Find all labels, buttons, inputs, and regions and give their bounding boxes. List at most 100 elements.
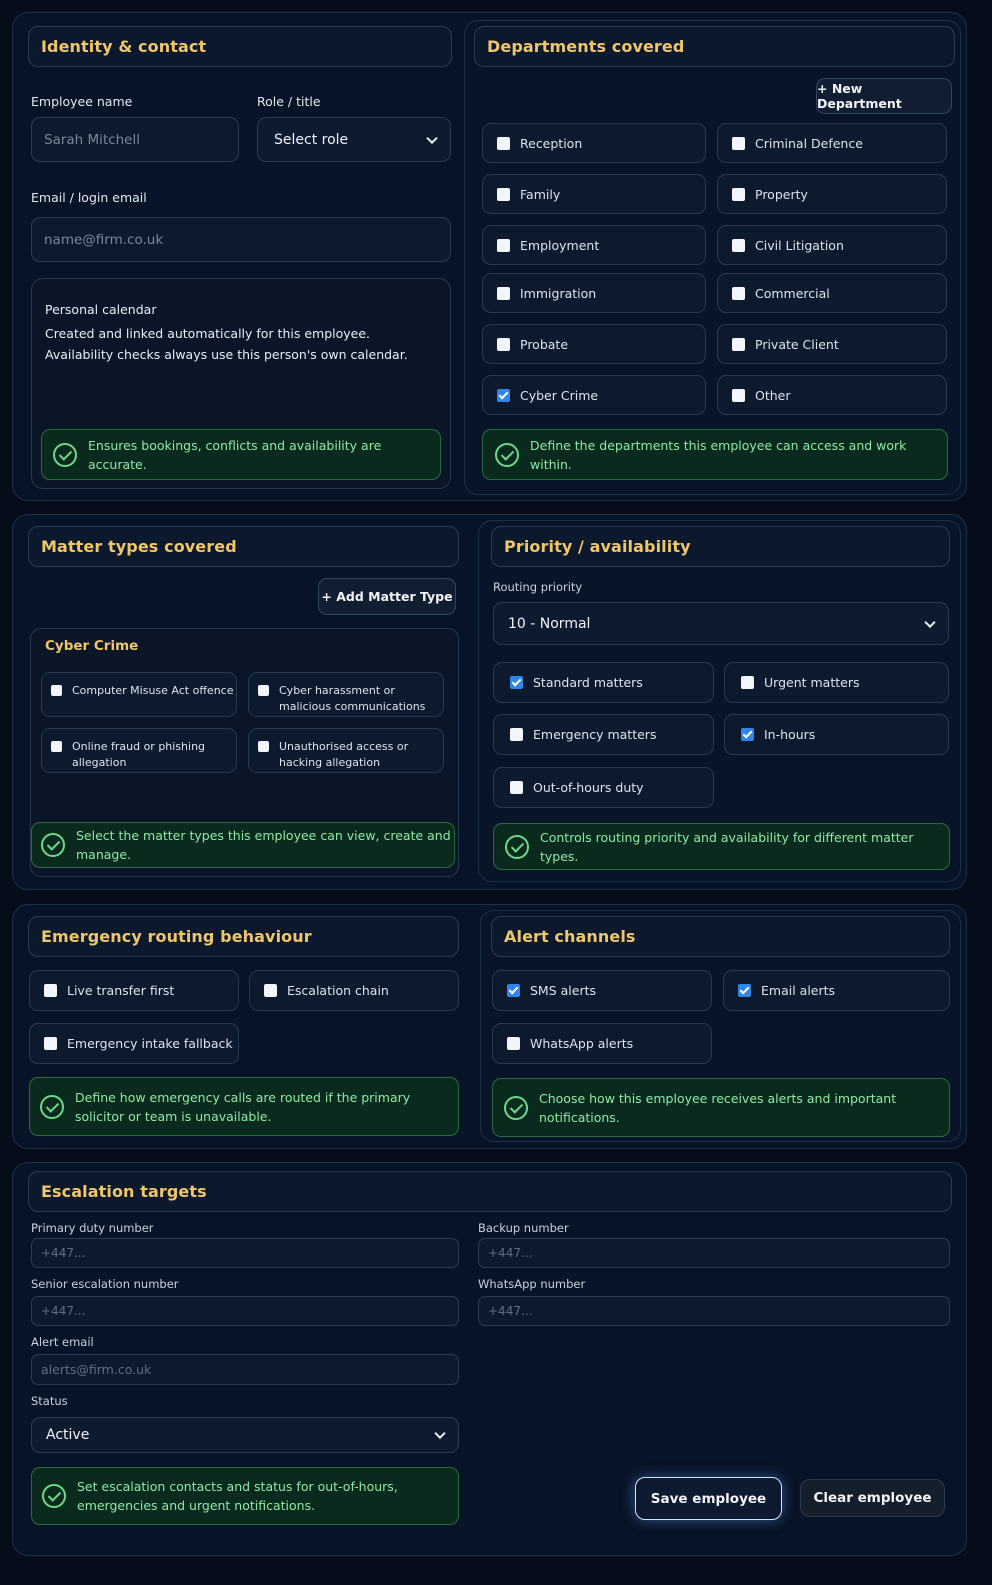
departments-note-text: Define the departments this employee can… [530,437,907,472]
matter-option-2[interactable]: Online fraud or phishing allegation [41,728,237,773]
chevron-down-icon [434,1427,446,1440]
role-select[interactable]: Select role [257,117,451,162]
department-option-10[interactable]: Cyber Crime [482,375,706,415]
department-option-4[interactable]: Employment [482,225,706,265]
checkbox[interactable] [741,728,754,741]
department-option-9[interactable]: Private Client [717,324,947,364]
checkbox[interactable] [258,685,269,696]
clear-employee-button[interactable]: Clear employee [800,1479,945,1517]
status-label: Status [31,1394,68,1408]
checkbox[interactable] [738,984,751,997]
identity-note-text: Ensures bookings, conflicts and availabi… [88,437,382,472]
matter-option-label: Online fraud or phishing allegation [72,740,206,769]
checkbox[interactable] [44,984,57,997]
checkbox[interactable] [510,728,523,741]
checkbox[interactable] [732,136,745,150]
checkbox[interactable] [497,238,510,252]
save-employee-button[interactable]: Save employee [635,1477,782,1520]
priority-option-label: Out-of-hours duty [533,780,644,795]
check-circle-icon [495,442,519,467]
checkbox[interactable] [497,187,510,201]
checkbox[interactable] [507,1037,520,1050]
role-label: Role / title [257,94,321,109]
department-option-6[interactable]: Immigration [482,273,706,313]
routing-priority-select[interactable]: 10 - Normal [493,602,949,645]
matter-types-note: Select the matter types this employee ca… [31,822,455,868]
department-option-1[interactable]: Criminal Defence [717,123,947,163]
senior-escalation-input[interactable]: +447... [31,1296,459,1326]
checkbox[interactable] [44,1037,57,1050]
priority-option-4[interactable]: Out-of-hours duty [493,767,714,808]
matter-option-label: Cyber harassment or malicious communicat… [279,684,426,713]
department-option-7[interactable]: Commercial [717,273,947,313]
checkbox[interactable] [51,685,62,696]
checkbox[interactable] [732,238,745,252]
priority-option-2[interactable]: Emergency matters [493,714,714,755]
emergency-option-0[interactable]: Live transfer first [29,970,239,1011]
check-circle-icon [42,1484,66,1508]
chevron-down-icon [924,616,936,628]
checkbox[interactable] [507,984,520,997]
department-option-2[interactable]: Family [482,174,706,214]
department-option-11[interactable]: Other [717,375,947,415]
new-department-button[interactable]: + New Department [816,78,952,114]
priority-option-3[interactable]: In-hours [724,714,949,755]
priority-option-1[interactable]: Urgent matters [724,662,949,703]
matter-option-1[interactable]: Cyber harassment or malicious communicat… [248,672,444,717]
escalation-note-line-1: Set escalation contacts and status for o… [77,1479,398,1494]
checkbox[interactable] [497,286,510,300]
checkbox[interactable] [510,781,523,794]
department-option-label: Criminal Defence [755,135,863,151]
check-circle-icon [53,442,77,467]
alert-option-2[interactable]: WhatsApp alerts [492,1023,712,1064]
alert-email-label: Alert email [31,1335,94,1349]
employee-name-input[interactable]: Sarah Mitchell [31,117,239,162]
priority-option-0[interactable]: Standard matters [493,662,714,703]
matter-option-3[interactable]: Unauthorised access or hacking allegatio… [248,728,444,773]
department-option-label: Property [755,186,808,202]
checkbox[interactable] [497,388,510,402]
priority-option-label: Emergency matters [533,727,657,742]
alert-email-input[interactable]: alerts@firm.co.uk [31,1354,459,1385]
department-option-label: Family [520,186,561,202]
primary-duty-input[interactable]: +447... [31,1238,459,1268]
status-select[interactable]: Active [31,1417,459,1453]
alert-option-0[interactable]: SMS alerts [492,970,712,1011]
matter-group-title: Cyber Crime [45,638,139,654]
matter-option-0[interactable]: Computer Misuse Act offence [41,672,237,717]
whatsapp-number-input[interactable]: +447... [478,1296,950,1326]
department-option-label: Commercial [755,285,830,301]
checkbox[interactable] [732,388,745,402]
priority-option-label: In-hours [764,727,816,742]
emergency-option-1[interactable]: Escalation chain [249,970,459,1011]
checkbox[interactable] [510,676,523,689]
department-option-label: Other [755,387,791,403]
checkbox[interactable] [497,136,510,150]
checkbox[interactable] [264,984,277,997]
checkbox[interactable] [497,337,510,351]
alerts-header: Alert channels [491,916,950,957]
checkbox[interactable] [732,337,745,351]
email-input[interactable]: name@firm.co.uk [31,217,451,262]
identity-note: Ensures bookings, conflicts and availabi… [41,429,441,480]
alert-option-1[interactable]: Email alerts [723,970,950,1011]
alerts-note-line-1: Choose how this employee receives alerts… [539,1090,897,1106]
checkbox[interactable] [732,187,745,201]
checkbox[interactable] [51,741,62,752]
checkbox[interactable] [741,676,754,689]
emergency-option-2[interactable]: Emergency intake fallback [29,1023,239,1064]
backup-number-input[interactable]: +447... [478,1238,950,1268]
checkbox[interactable] [258,741,269,752]
department-option-8[interactable]: Probate [482,324,706,364]
department-option-5[interactable]: Civil Litigation [717,225,947,265]
routing-priority-label: Routing priority [493,580,583,594]
status-select-value: Active [46,1427,90,1443]
department-option-label: Immigration [520,285,597,301]
department-option-3[interactable]: Property [717,174,947,214]
department-option-0[interactable]: Reception [482,123,706,163]
checkbox[interactable] [732,286,745,300]
alert-option-label: WhatsApp alerts [530,1036,634,1051]
add-matter-type-button[interactable]: + Add Matter Type [318,578,456,615]
calendar-line-1: Created and linked automatically for thi… [45,326,370,341]
matter-types-note-text: Select the matter types this employee ca… [76,828,451,862]
